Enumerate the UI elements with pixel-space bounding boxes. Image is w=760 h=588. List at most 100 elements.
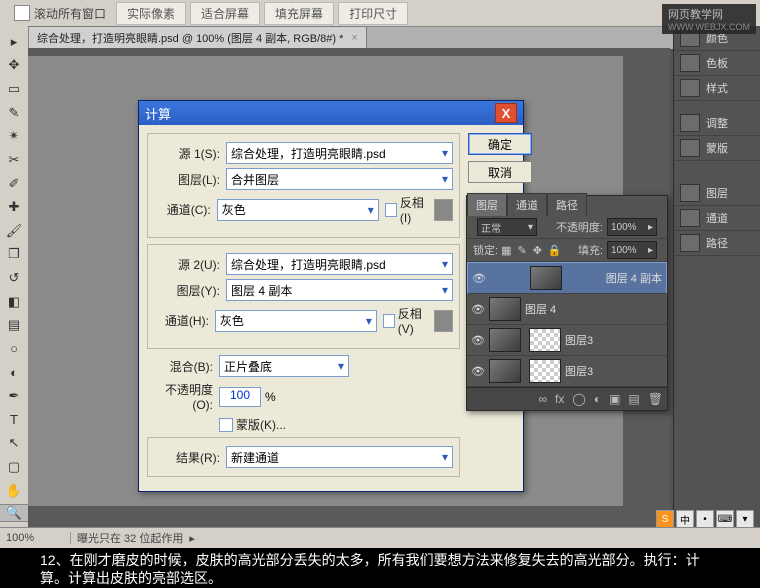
scroll-checkbox[interactable] xyxy=(14,5,30,21)
opacity-label: 不透明度(O): xyxy=(147,381,213,412)
visibility-icon[interactable]: 👁 xyxy=(472,272,486,285)
adjust-panel-button[interactable]: 调整 xyxy=(674,111,760,136)
tutorial-caption: 12、在刚才磨皮的时候，皮肤的高光部分丢失的太多，所有我们要想方法来修复失去的高… xyxy=(0,548,760,588)
type-tool[interactable]: T xyxy=(3,409,25,431)
layer-row[interactable]: 👁图层 4 xyxy=(467,294,667,325)
src2-layer-label: 图层(Y): xyxy=(154,282,220,299)
hand-tool[interactable]: ✋ xyxy=(3,480,25,502)
adjust-icon xyxy=(680,114,700,132)
invert-preview-icon xyxy=(434,310,453,332)
fit-screen-button[interactable]: 适合屏幕 xyxy=(190,2,260,25)
path-tool[interactable]: ↖ xyxy=(3,433,25,455)
trash-icon[interactable]: 🗑 xyxy=(648,392,663,406)
close-icon[interactable]: X xyxy=(495,103,517,123)
visibility-icon[interactable]: 👁 xyxy=(471,365,485,378)
move-tool[interactable]: ✥ xyxy=(3,55,25,77)
ime-punct-icon[interactable]: • xyxy=(696,510,714,528)
marquee-tool[interactable]: ▭ xyxy=(3,78,25,100)
lasso-tool[interactable]: ✎ xyxy=(3,102,25,124)
src1-layer-label: 图层(L): xyxy=(154,171,220,188)
ime-lang-icon[interactable]: 中 xyxy=(676,510,694,528)
pen-tool[interactable]: ✒ xyxy=(3,385,25,407)
layer-list: 👁图层 4 副本 👁图层 4 👁图层3 👁图层3 xyxy=(467,262,667,387)
mask-panel-button[interactable]: 蒙版 xyxy=(674,136,760,161)
src2-chan-select[interactable]: 灰色▾ xyxy=(215,310,377,332)
ok-button[interactable]: 确定 xyxy=(468,133,532,155)
result-select[interactable]: 新建通道▾ xyxy=(226,446,453,468)
src1-layer-select[interactable]: 合并图层▾ xyxy=(226,168,453,190)
chevron-down-icon: ▾ xyxy=(442,450,448,464)
paths-panel-button[interactable]: 路径 xyxy=(674,231,760,256)
watermark: 网页教学网 WWW.WEBJX.COM xyxy=(662,4,756,34)
styles-icon xyxy=(680,79,700,97)
history-brush-tool[interactable]: ↺ xyxy=(3,267,25,289)
eraser-tool[interactable]: ◧ xyxy=(3,291,25,313)
ime-kbd-icon[interactable]: ⌨ xyxy=(716,510,734,528)
ime-ext-icon[interactable]: ▾ xyxy=(736,510,754,528)
eyedropper-tool[interactable]: ✐ xyxy=(3,173,25,195)
link-icon[interactable]: ∞ xyxy=(538,392,547,406)
swatches-panel-button[interactable]: 色板 xyxy=(674,51,760,76)
chevron-right-icon[interactable]: ▸ xyxy=(189,532,195,545)
visibility-icon[interactable]: 👁 xyxy=(471,303,485,316)
src1-chan-select[interactable]: 灰色▾ xyxy=(217,199,379,221)
fill-field[interactable]: 100%▸ xyxy=(607,241,657,259)
heal-tool[interactable]: ✚ xyxy=(3,196,25,218)
channels-panel-button[interactable]: 通道 xyxy=(674,206,760,231)
blend-mode-select[interactable]: 正常▾ xyxy=(477,218,537,236)
stamp-tool[interactable]: ❐ xyxy=(3,244,25,266)
ime-icon[interactable]: S xyxy=(656,510,674,528)
close-tab-icon[interactable]: × xyxy=(351,32,357,44)
tab-paths[interactable]: 路径 xyxy=(547,193,587,216)
zoom-field[interactable]: 100% xyxy=(6,532,71,544)
new-layer-icon[interactable]: ▤ xyxy=(628,392,639,406)
chevron-down-icon: ▾ xyxy=(442,283,448,297)
fx-icon[interactable]: fx xyxy=(555,392,564,406)
opacity-field[interactable]: 100%▸ xyxy=(607,218,657,236)
blend-select[interactable]: 正片叠底▾ xyxy=(219,355,349,377)
document-tab[interactable]: 综合处理，打造明亮眼睛.psd @ 100% (图层 4 副本, RGB/8#)… xyxy=(28,26,367,49)
folder-icon[interactable]: ▣ xyxy=(609,392,620,406)
lock-all-icon[interactable]: 🔒 xyxy=(548,244,562,257)
layer-row[interactable]: 👁图层 4 副本 xyxy=(467,262,667,294)
chevron-down-icon: ▾ xyxy=(442,257,448,271)
mask-checkbox[interactable]: 蒙版(K)... xyxy=(219,416,286,433)
layer-row[interactable]: 👁图层3 xyxy=(467,356,667,387)
actual-pixels-button[interactable]: 实际像素 xyxy=(116,2,186,25)
mask-icon[interactable]: ◯ xyxy=(572,392,585,406)
blur-tool[interactable]: ○ xyxy=(3,338,25,360)
styles-panel-button[interactable]: 样式 xyxy=(674,76,760,101)
src2-layer-select[interactable]: 图层 4 副本▾ xyxy=(226,279,453,301)
result-group: 结果(R): 新建通道▾ xyxy=(147,437,460,477)
visibility-icon[interactable]: 👁 xyxy=(471,334,485,347)
lock-brush-icon[interactable]: ✎ xyxy=(517,244,526,257)
src2-select[interactable]: 综合处理，打造明亮眼睛.psd▾ xyxy=(226,253,453,275)
tab-channels[interactable]: 通道 xyxy=(507,193,547,216)
crop-tool[interactable]: ✂ xyxy=(3,149,25,171)
layers-panel-button[interactable]: 图层 xyxy=(674,181,760,206)
wand-tool[interactable]: ✴ xyxy=(3,126,25,148)
layer-row[interactable]: 👁图层3 xyxy=(467,325,667,356)
opacity-input[interactable]: 100 xyxy=(219,387,261,407)
fill-screen-button[interactable]: 填充屏幕 xyxy=(264,2,334,25)
adjustment-icon[interactable]: ◐ xyxy=(594,392,601,406)
dialog-title: 计算 xyxy=(145,104,171,123)
lock-move-icon[interactable]: ✥ xyxy=(533,244,542,257)
src2-label: 源 2(U): xyxy=(154,256,220,273)
zoom-tool[interactable]: 🔍 xyxy=(0,504,29,522)
lock-pixels-icon[interactable]: ▦ xyxy=(501,244,511,257)
src1-select[interactable]: 综合处理，打造明亮眼睛.psd▾ xyxy=(226,142,453,164)
src1-chan-label: 通道(C): xyxy=(154,201,211,218)
cancel-button[interactable]: 取消 xyxy=(468,161,532,183)
ime-badges: S 中 • ⌨ ▾ xyxy=(656,510,754,528)
print-size-button[interactable]: 打印尺寸 xyxy=(338,2,408,25)
brush-tool[interactable]: 🖌 xyxy=(3,220,25,242)
gradient-tool[interactable]: ▤ xyxy=(3,315,25,337)
lock-label: 锁定: xyxy=(473,242,498,258)
dialog-titlebar[interactable]: 计算 X xyxy=(139,101,523,125)
dodge-tool[interactable]: ◐ xyxy=(3,362,25,384)
src2-invert-checkbox[interactable]: 反相(V) xyxy=(383,305,430,336)
tab-layers[interactable]: 图层 xyxy=(467,193,507,216)
shape-tool[interactable]: ▢ xyxy=(3,456,25,478)
src1-invert-checkbox[interactable]: 反相(I) xyxy=(385,194,430,225)
